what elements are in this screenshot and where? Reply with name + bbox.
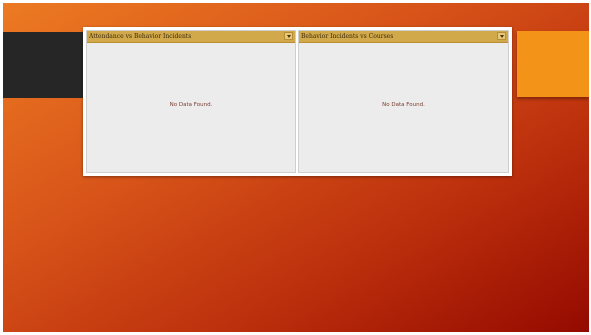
- panel-header: Attendance vs Behavior Incidents: [87, 31, 295, 43]
- chevron-down-icon[interactable]: [284, 32, 293, 40]
- panel-body: No Data Found.: [299, 43, 508, 172]
- empty-state-message: No Data Found.: [382, 101, 425, 108]
- panel-header: Behavior Incidents vs Courses: [299, 31, 508, 43]
- panel-title: Behavior Incidents vs Courses: [301, 33, 394, 40]
- orange-accent-band: [517, 31, 589, 97]
- chevron-down-icon[interactable]: [497, 32, 506, 40]
- panel-title: Attendance vs Behavior Incidents: [89, 33, 192, 40]
- panel-body: No Data Found.: [87, 43, 295, 172]
- chart-panel-courses: Behavior Incidents vs Courses No Data Fo…: [298, 30, 509, 173]
- slide-background: Attendance vs Behavior Incidents No Data…: [3, 3, 589, 332]
- empty-state-message: No Data Found.: [169, 101, 213, 108]
- dashboard-frame: Attendance vs Behavior Incidents No Data…: [83, 27, 512, 176]
- chart-panel-attendance: Attendance vs Behavior Incidents No Data…: [86, 30, 296, 173]
- dark-accent-band: [3, 32, 84, 98]
